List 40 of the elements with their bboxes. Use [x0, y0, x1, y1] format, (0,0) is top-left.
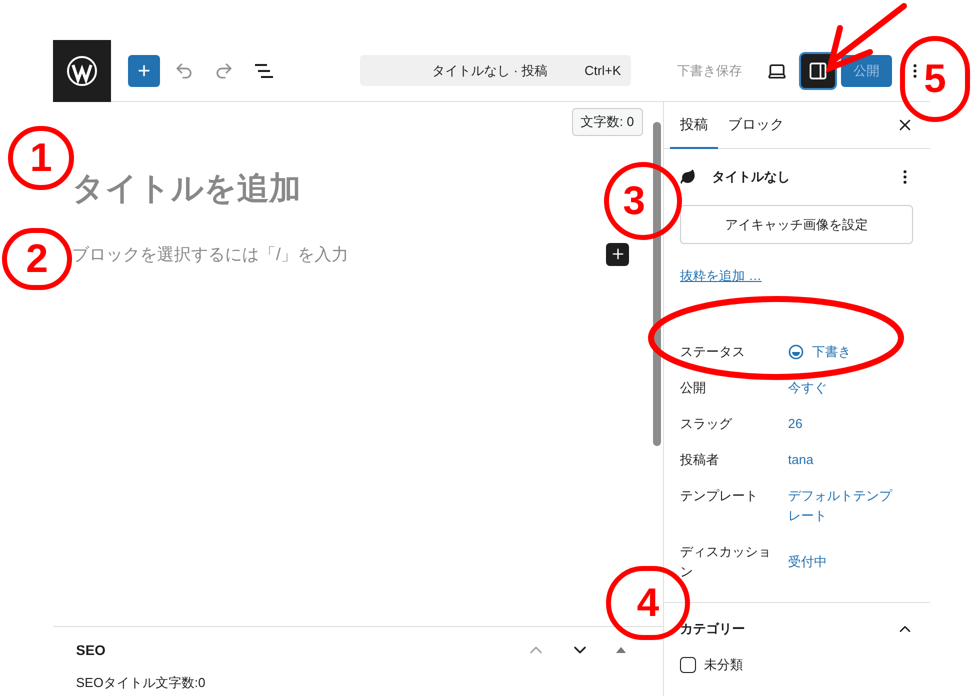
- category-label: 未分類: [704, 656, 743, 674]
- post-title: タイトルなし: [712, 168, 790, 186]
- circled-number-annotation: 2: [2, 228, 72, 290]
- summary-value-link[interactable]: デフォルトテンプレート: [788, 486, 898, 526]
- category-panel-title: カテゴリー: [680, 620, 745, 638]
- seo-panel-title: SEO: [76, 640, 106, 660]
- summary-label: ステータス: [680, 343, 746, 361]
- save-draft-button[interactable]: 下書き保存: [677, 60, 742, 80]
- summary-label: ディスカッション: [680, 543, 772, 581]
- block-placeholder[interactable]: ブロックを選択するには「/」を入力: [72, 242, 349, 267]
- word-count-badge: 文字数: 0: [572, 108, 643, 136]
- collapse-triangle-icon[interactable]: [616, 647, 626, 653]
- add-block-button[interactable]: +: [128, 54, 160, 86]
- summary-value-link[interactable]: 26: [788, 414, 898, 434]
- command-bar[interactable]: タイトルなし · 投稿 Ctrl+K: [360, 55, 631, 86]
- add-excerpt-link[interactable]: 抜粋を追加 …: [680, 268, 762, 283]
- leaf-icon: [680, 169, 696, 185]
- summary-label: スラッグ: [680, 415, 734, 433]
- summary-label: テンプレート: [680, 487, 759, 505]
- summary-label: 公開: [680, 379, 707, 397]
- category-checkbox[interactable]: [680, 656, 696, 673]
- add-block-icon[interactable]: [606, 242, 629, 266]
- title-field[interactable]: タイトルを追加: [72, 164, 301, 212]
- summary-label: 投稿者: [680, 451, 720, 469]
- seo-title-count: SEOタイトル文字数:0: [75, 674, 206, 692]
- sidebar-tab[interactable]: ブロック: [718, 102, 794, 148]
- circled-number-annotation: 3: [604, 162, 682, 240]
- summary-value-link[interactable]: 今すぐ: [788, 378, 898, 398]
- summary-value-link[interactable]: tana: [788, 450, 898, 470]
- list-view-icon[interactable]: [254, 62, 274, 78]
- status-draft-icon: [788, 344, 804, 360]
- wordpress-logo-icon[interactable]: [53, 40, 111, 102]
- settings-toggle-button[interactable]: [801, 54, 835, 88]
- featured-image-button[interactable]: アイキャッチ画像を設定: [680, 205, 913, 244]
- circled-number-annotation: 1: [8, 126, 74, 190]
- sidebar-panel-icon: [808, 60, 828, 80]
- circled-number-annotation: 5: [900, 36, 970, 122]
- sidebar-tab[interactable]: 投稿: [670, 102, 718, 148]
- status-button[interactable]: 下書き: [788, 342, 851, 362]
- summary-value-link[interactable]: 受付中: [788, 542, 898, 582]
